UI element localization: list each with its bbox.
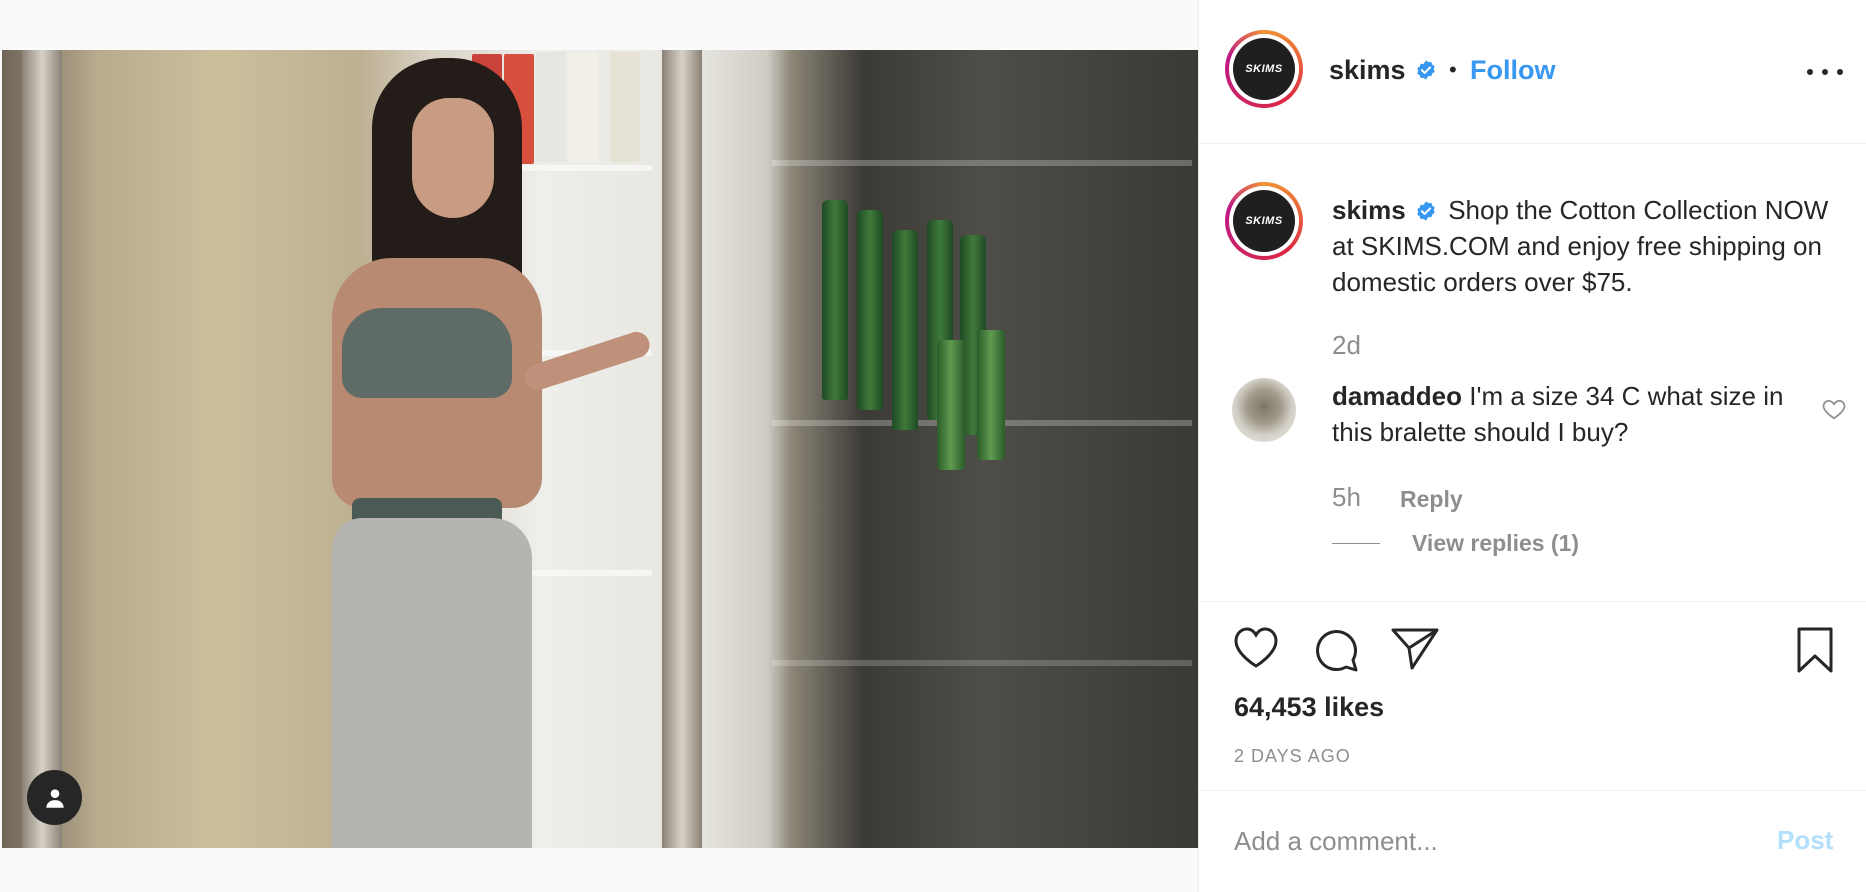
view-replies-button[interactable]: View replies (1) bbox=[1412, 530, 1579, 557]
post-photo[interactable] bbox=[2, 50, 1198, 848]
reply-button[interactable]: Reply bbox=[1400, 486, 1463, 513]
replies-divider bbox=[1332, 543, 1380, 544]
avatar-logo: SKIMS bbox=[1233, 190, 1295, 252]
caption-timestamp: 2d bbox=[1332, 330, 1361, 360]
can bbox=[977, 330, 1005, 460]
post-date: 2 DAYS AGO bbox=[1234, 746, 1351, 766]
bottle bbox=[892, 230, 918, 430]
comment-input[interactable] bbox=[1234, 821, 1754, 861]
tagged-users-button[interactable] bbox=[27, 770, 82, 825]
post-side-panel: SKIMS skims • Follow SKIMS skims Shop th… bbox=[1198, 0, 1866, 892]
likes-count[interactable]: 64,453 likes bbox=[1234, 692, 1384, 723]
fridge-shelf bbox=[772, 160, 1192, 166]
bookmark-icon[interactable] bbox=[1795, 626, 1835, 674]
post-actions: 64,453 likes 2 DAYS AGO bbox=[1199, 601, 1866, 791]
more-options-icon[interactable] bbox=[1807, 62, 1843, 82]
sweatpants bbox=[332, 518, 532, 848]
follow-button[interactable]: Follow bbox=[1470, 55, 1555, 86]
fridge-shelf bbox=[772, 660, 1192, 666]
share-icon[interactable] bbox=[1390, 626, 1440, 672]
fridge-frame-center bbox=[662, 50, 702, 848]
comment: damaddeo I'm a size 34 C what size in th… bbox=[1332, 378, 1812, 450]
user-icon bbox=[45, 788, 64, 808]
comment-avatar[interactable] bbox=[1232, 378, 1296, 442]
caption-avatar[interactable]: SKIMS bbox=[1225, 182, 1303, 260]
caption: skims Shop the Cotton Collection NOW at … bbox=[1332, 192, 1842, 300]
avatar[interactable]: SKIMS bbox=[1225, 30, 1303, 108]
can bbox=[937, 340, 965, 470]
caption-text: Shop the Cotton Collection NOW at SKIMS.… bbox=[1332, 195, 1829, 297]
comment-like-heart-icon[interactable] bbox=[1821, 396, 1847, 422]
media-area bbox=[0, 0, 1198, 892]
verified-badge-icon bbox=[1417, 201, 1435, 221]
post-header: SKIMS skims • Follow bbox=[1199, 0, 1866, 144]
header-username[interactable]: skims bbox=[1329, 55, 1406, 86]
separator-dot: • bbox=[1449, 57, 1457, 82]
heart-icon[interactable] bbox=[1232, 626, 1280, 670]
instagram-post-page: SKIMS skims • Follow SKIMS skims Shop th… bbox=[0, 0, 1866, 892]
comment-icon[interactable] bbox=[1312, 626, 1360, 674]
bottle bbox=[822, 200, 848, 400]
fridge-frame-left bbox=[22, 50, 62, 848]
comment-timestamp: 5h bbox=[1332, 482, 1361, 512]
face bbox=[412, 98, 494, 218]
person-figure bbox=[332, 58, 653, 848]
caption-username[interactable]: skims bbox=[1332, 195, 1406, 225]
add-comment-bar: Post bbox=[1199, 790, 1866, 892]
verified-badge-icon bbox=[1417, 60, 1435, 80]
bottle bbox=[857, 210, 883, 410]
avatar-logo: SKIMS bbox=[1233, 38, 1295, 100]
comment-username[interactable]: damaddeo bbox=[1332, 381, 1462, 411]
top bbox=[342, 308, 512, 398]
post-comment-button[interactable]: Post bbox=[1777, 825, 1833, 856]
